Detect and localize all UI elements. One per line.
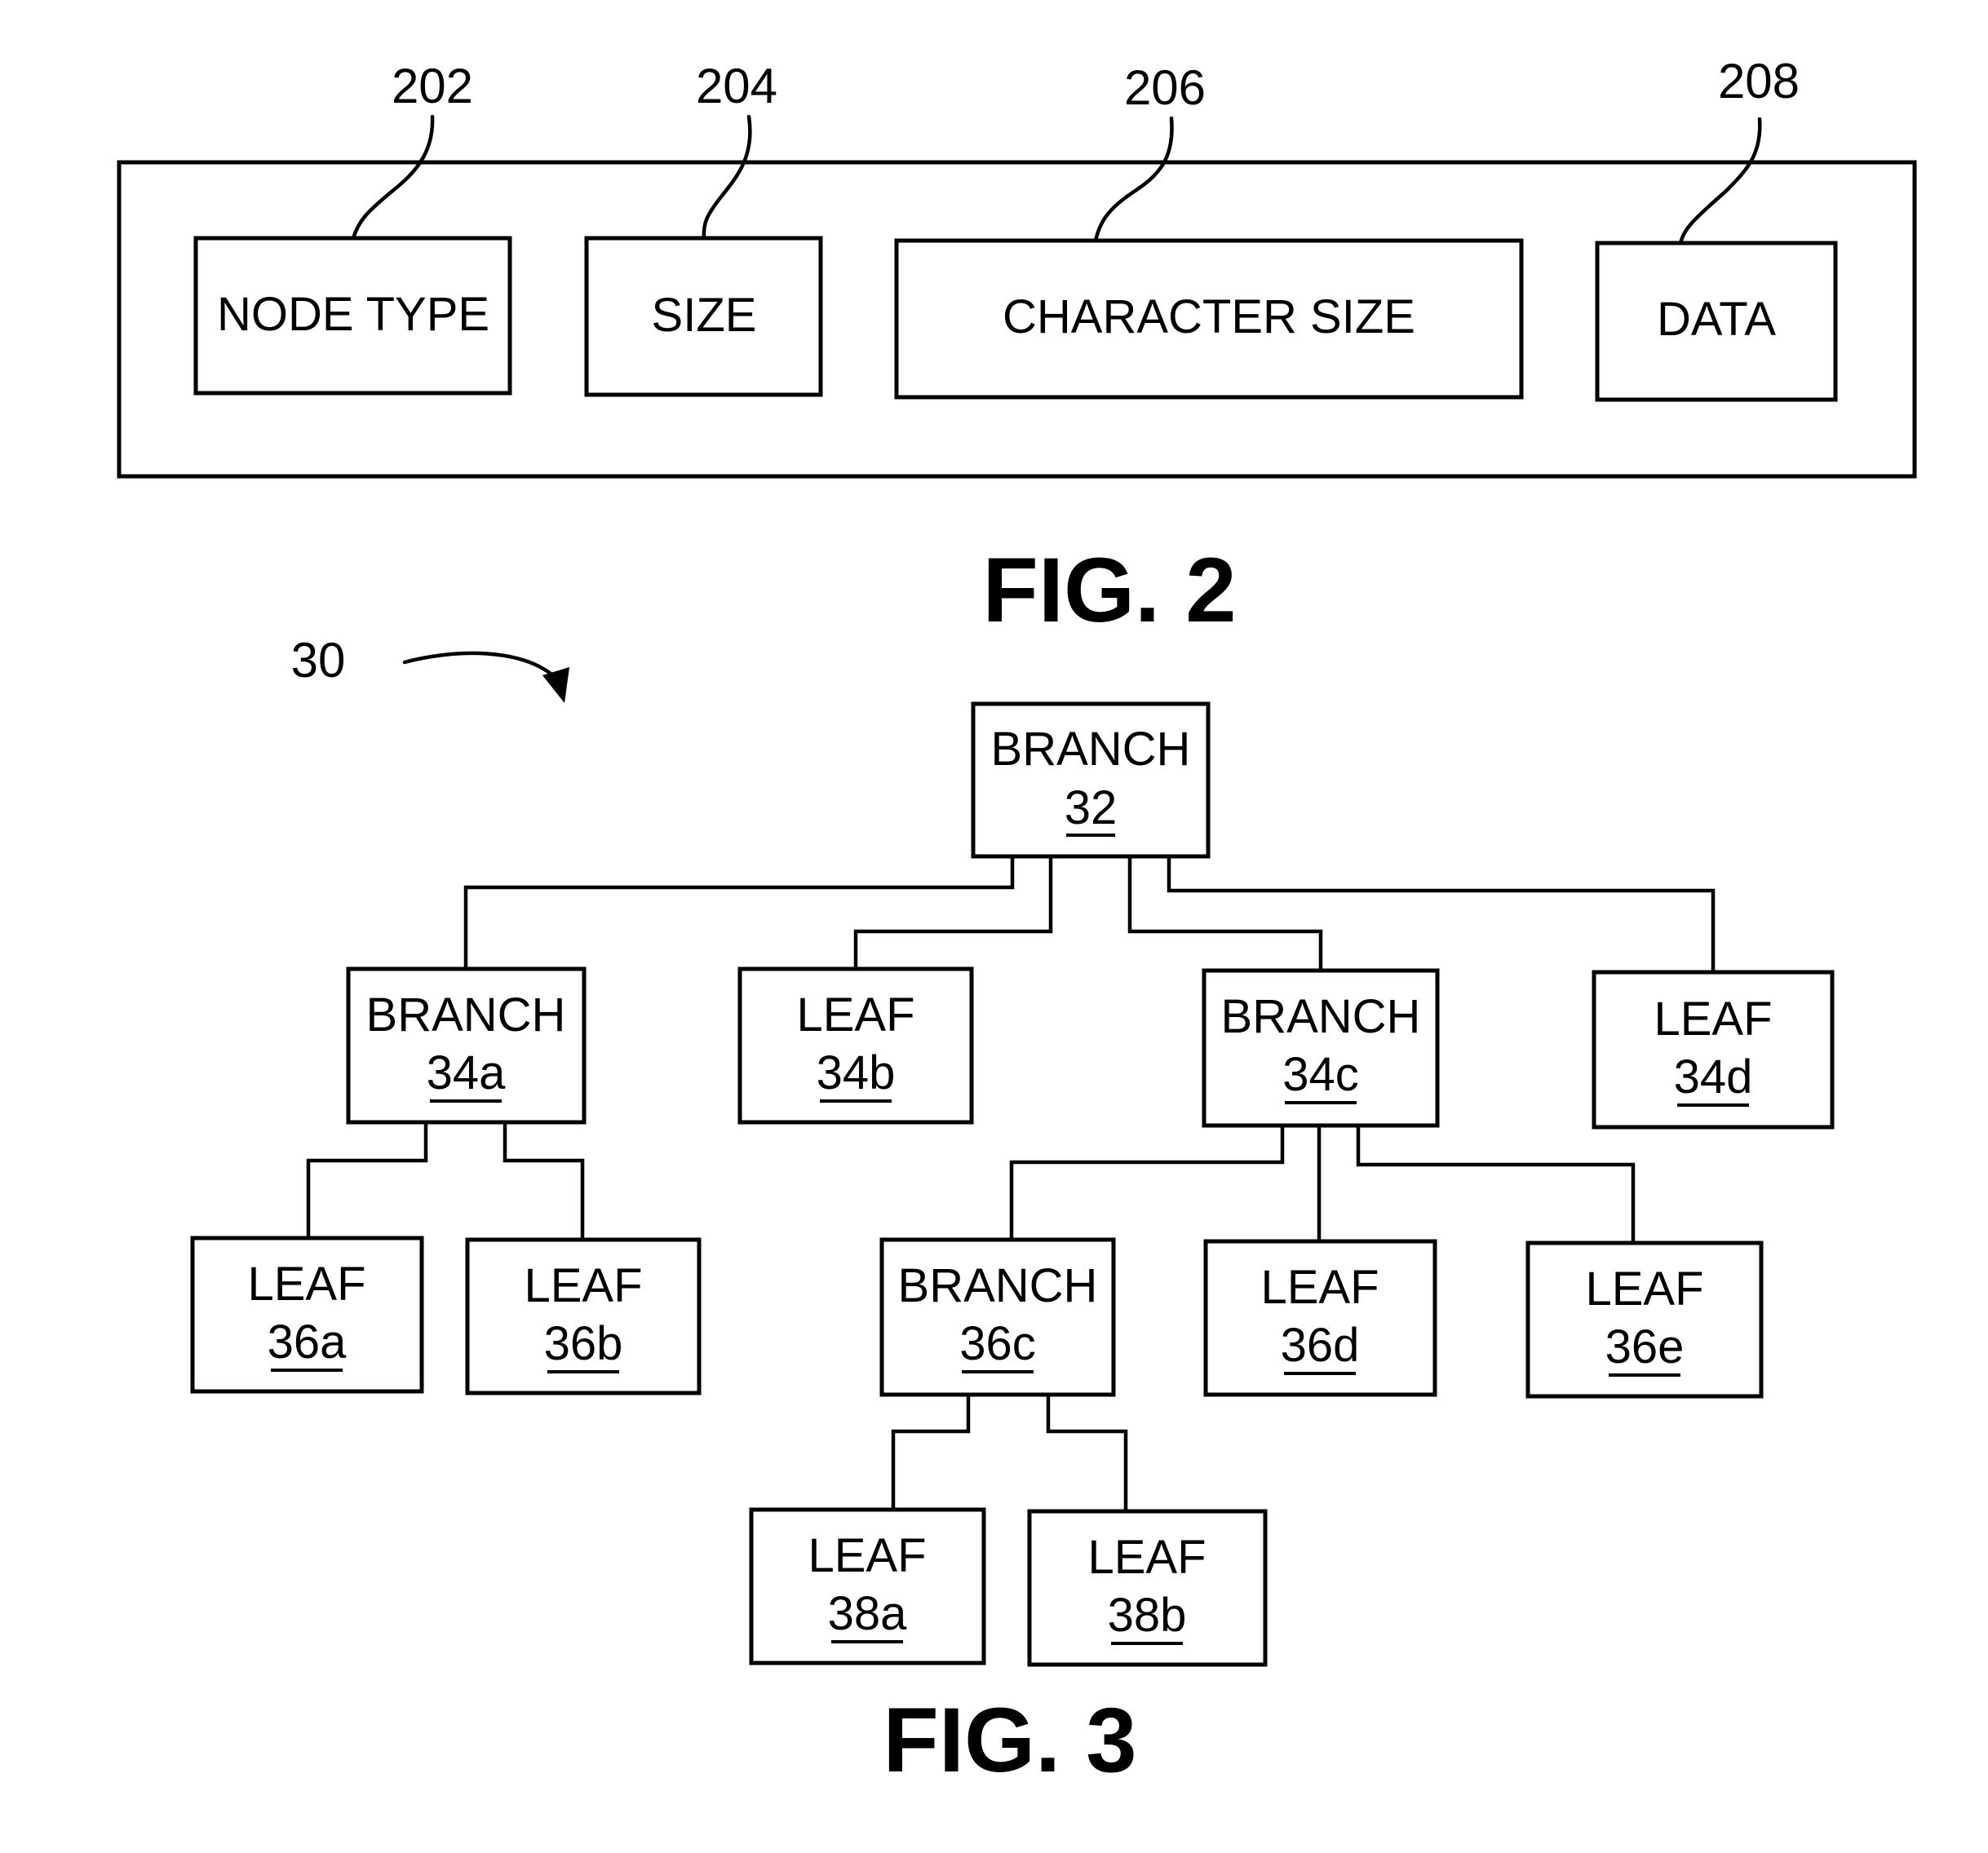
reference-numeral: 206 — [1124, 60, 1206, 115]
figure-caption: FIG. 2 — [982, 539, 1236, 641]
node-type-label: LEAF — [524, 1259, 642, 1312]
figure-caption: FIG. 3 — [883, 1689, 1136, 1791]
node-ref-label: 36e — [1605, 1320, 1685, 1373]
node-ref-label: 32 — [1065, 781, 1118, 834]
node-ref-label: 34a — [427, 1046, 507, 1099]
node-type-label: LEAF — [1585, 1263, 1703, 1316]
node-type-label: BRANCH — [991, 723, 1191, 776]
connector-32-34d — [1167, 856, 1716, 972]
connector-34c-36e — [1356, 1126, 1636, 1243]
tree-node-32: BRANCH 32 — [971, 701, 1211, 859]
tree-node-38b: LEAF 38b — [1027, 1509, 1268, 1667]
field-label: SIZE — [652, 289, 757, 342]
fig3-tree: 30 BRANCH 32 BRANCH 34a LEAF 34b BRANCH … — [190, 633, 1835, 1791]
reference-numeral: 208 — [1718, 54, 1800, 108]
node-ref-label: 36d — [1281, 1319, 1360, 1372]
tree-node-36a: LEAF 36a — [190, 1236, 424, 1394]
connector-32-34a — [463, 856, 1015, 969]
node-ref-label: 34c — [1282, 1048, 1359, 1101]
node-type-label: BRANCH — [1221, 990, 1421, 1043]
field-label: NODE TYPE — [217, 288, 489, 341]
tree-connectors — [306, 856, 1716, 1511]
node-ref-label: 36a — [268, 1316, 348, 1369]
node-type-label: BRANCH — [366, 988, 566, 1041]
connector-34a-36b — [503, 1122, 585, 1240]
node-ref-label: 34b — [817, 1046, 896, 1099]
connector-36c-38a — [891, 1395, 971, 1510]
reference-numeral: 204 — [696, 59, 777, 113]
connector-32-34c — [1127, 856, 1323, 971]
field-label: DATA — [1657, 293, 1776, 346]
node-ref-label: 38b — [1108, 1589, 1187, 1642]
tree-node-34c: BRANCH 34c — [1202, 968, 1440, 1128]
tree-node-36b: LEAF 36b — [465, 1237, 702, 1395]
node-type-label: LEAF — [247, 1258, 365, 1311]
node-type-label: LEAF — [1654, 993, 1772, 1046]
tree-node-34a: BRANCH 34a — [346, 966, 587, 1125]
fig2-node-structure: NODE TYPE 202 SIZE 204 CHARACTER SIZE 20… — [117, 54, 1917, 641]
connector-36c-38b — [1046, 1395, 1128, 1511]
node-type-label: LEAF — [808, 1529, 926, 1582]
tree-node-36e: LEAF 36e — [1525, 1240, 1764, 1399]
node-type-label: LEAF — [1087, 1531, 1206, 1584]
tree-node-36c: BRANCH 36c — [879, 1237, 1116, 1397]
connector-34c-36c — [1009, 1126, 1285, 1240]
field-label: CHARACTER SIZE — [1003, 290, 1415, 343]
node-type-label: BRANCH — [898, 1259, 1098, 1312]
tree-node-34d: LEAF 34d — [1592, 970, 1835, 1130]
connector-34a-36a — [306, 1122, 428, 1238]
patent-drawing-sheet: NODE TYPE 202 SIZE 204 CHARACTER SIZE 20… — [117, 54, 1917, 1791]
node-ref-label: 36c — [959, 1317, 1036, 1370]
node-ref-label: 38a — [828, 1587, 908, 1640]
tree-pointer-arrow — [402, 651, 557, 679]
node-ref-label: 36b — [544, 1317, 623, 1370]
node-type-label: LEAF — [796, 988, 914, 1041]
tree-reference-numeral: 30 — [291, 633, 346, 688]
reference-numeral: 202 — [392, 59, 473, 113]
tree-node-36d: LEAF 36d — [1203, 1239, 1437, 1397]
tree-node-38a: LEAF 38a — [749, 1507, 986, 1665]
node-type-label: LEAF — [1260, 1261, 1379, 1314]
tree-node-34b: LEAF 34b — [737, 966, 974, 1125]
connector-32-34b — [853, 856, 1053, 969]
node-ref-label: 34d — [1674, 1050, 1753, 1103]
